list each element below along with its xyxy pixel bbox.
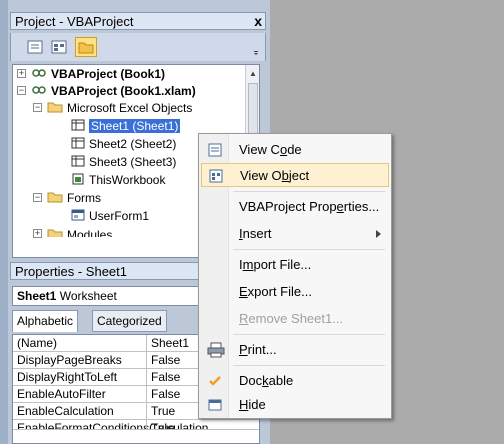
menu-label: Insert xyxy=(239,226,272,241)
expander-icon[interactable]: − xyxy=(17,86,26,95)
project-pane-title: Project - VBAProject x xyxy=(10,12,266,30)
tree-node-vbaproject-book1-xlam[interactable]: VBAProject (Book1.xlam) xyxy=(31,83,196,99)
menu-separator xyxy=(233,334,385,335)
tree-node-label: Forms xyxy=(67,191,101,205)
menu-item-hide[interactable]: Hide xyxy=(201,393,389,417)
menu-label: Hide xyxy=(239,397,266,412)
expander-icon[interactable]: − xyxy=(33,103,42,112)
tree-node-sheet2[interactable]: Sheet2 (Sheet2) xyxy=(71,136,176,152)
tab-categorized[interactable]: Categorized xyxy=(92,310,167,332)
property-name: DisplayRightToLeft xyxy=(17,370,118,384)
tab-alphabetic[interactable]: Alphabetic xyxy=(12,310,79,332)
view-code-tool-icon[interactable] xyxy=(25,38,45,56)
folder-icon xyxy=(47,101,63,117)
toggle-folders-icon[interactable] xyxy=(75,37,97,57)
scroll-up-icon[interactable]: ▲ xyxy=(249,69,257,78)
tree-node-vbaproject-book1[interactable]: VBAProject (Book1) xyxy=(31,66,165,82)
submenu-arrow-icon xyxy=(376,230,381,238)
tree-node-sheet1[interactable]: Sheet1 (Sheet1) xyxy=(71,118,181,135)
properties-pane-title-text: Properties - Sheet1 xyxy=(15,264,128,279)
tab-label: Categorized xyxy=(97,314,162,328)
menu-label: Remove Sheet1... xyxy=(239,311,344,326)
menu-item-print[interactable]: Print... xyxy=(201,338,389,362)
project-toolbar xyxy=(10,33,266,61)
object-name: Sheet1 xyxy=(17,289,57,303)
menu-separator xyxy=(233,365,385,366)
toolbar-overflow-icon[interactable] xyxy=(253,41,259,55)
property-value[interactable]: False xyxy=(146,386,180,403)
tree-node-label: ThisWorkbook xyxy=(89,173,166,187)
menu-item-dockable[interactable]: Dockable xyxy=(201,369,389,393)
property-value[interactable]: True xyxy=(146,403,175,420)
hide-icon xyxy=(207,397,223,416)
menu-item-remove-sheet1[interactable]: Remove Sheet1... xyxy=(201,307,389,331)
view-code-icon xyxy=(207,142,223,161)
menu-label: Export File... xyxy=(239,284,312,299)
menu-label: View Object xyxy=(240,168,310,183)
property-value[interactable]: False xyxy=(146,352,180,369)
menu-item-insert[interactable]: Insert xyxy=(201,222,389,246)
menu-separator xyxy=(233,249,385,250)
menu-item-view-object[interactable]: View Object xyxy=(201,163,389,187)
vba-project-icon xyxy=(31,66,47,84)
userform-icon xyxy=(71,209,85,225)
menu-separator xyxy=(233,191,385,192)
checkmark-icon xyxy=(207,373,223,392)
close-project-pane-button[interactable]: x xyxy=(254,13,262,29)
menu-label: Import File... xyxy=(239,257,312,272)
tree-node-label: Sheet3 (Sheet3) xyxy=(89,155,177,169)
tree-node-forms[interactable]: Forms xyxy=(47,190,101,206)
worksheet-icon xyxy=(71,137,85,153)
vba-project-icon xyxy=(31,83,47,101)
view-object-tool-icon[interactable] xyxy=(49,38,69,56)
tree-node-modules[interactable]: Modules xyxy=(47,227,112,237)
menu-item-view-code[interactable]: View Code xyxy=(201,138,389,162)
property-value[interactable]: False xyxy=(146,369,180,386)
project-pane-title-text: Project - VBAProject xyxy=(15,14,134,29)
property-name: (Name) xyxy=(17,336,58,350)
menu-item-export-file[interactable]: Export File... xyxy=(201,280,389,304)
tree-node-label: VBAProject (Book1) xyxy=(51,67,166,82)
tree-node-label: VBAProject (Book1.xlam) xyxy=(51,84,196,99)
tree-node-label: Sheet2 (Sheet2) xyxy=(89,137,177,151)
worksheet-icon xyxy=(71,155,85,171)
print-icon xyxy=(207,342,225,361)
folder-icon xyxy=(47,191,63,207)
folder-icon xyxy=(47,228,63,237)
menu-item-import-file[interactable]: Import File... xyxy=(201,253,389,277)
tree-node-excel-objects[interactable]: Microsoft Excel Objects xyxy=(47,100,192,116)
tree-node-userform1[interactable]: UserForm1 xyxy=(71,208,149,224)
expander-icon[interactable]: − xyxy=(33,193,42,202)
tree-node-label: Sheet1 (Sheet1) xyxy=(89,119,181,133)
object-type: Worksheet xyxy=(59,289,117,303)
workbook-icon xyxy=(71,173,85,189)
property-value[interactable]: Sheet1 xyxy=(146,335,189,352)
menu-label: VBAProject Properties... xyxy=(239,199,380,214)
tree-node-thisworkbook[interactable]: ThisWorkbook xyxy=(71,172,165,188)
property-name: EnableFormatConditionsCalculation xyxy=(17,421,209,430)
expander-icon[interactable]: + xyxy=(33,229,42,238)
left-edge-strip xyxy=(0,0,8,444)
menu-item-project-properties[interactable]: VBAProject Properties... xyxy=(201,195,389,219)
tree-node-label: Microsoft Excel Objects xyxy=(67,101,193,115)
tab-label: Alphabetic xyxy=(17,314,74,328)
worksheet-icon xyxy=(71,119,85,135)
property-name: EnableAutoFilter xyxy=(17,387,106,401)
expander-icon[interactable]: + xyxy=(17,69,26,78)
context-menu: View Code View Object VBAProject Propert… xyxy=(198,133,392,419)
property-value[interactable]: True xyxy=(146,420,175,429)
property-name: EnableCalculation xyxy=(17,404,114,418)
menu-label: View Code xyxy=(239,142,302,157)
tree-node-sheet3[interactable]: Sheet3 (Sheet3) xyxy=(71,154,176,170)
property-row[interactable]: EnableFormatConditionsCalculation True xyxy=(13,420,259,430)
tree-node-label: UserForm1 xyxy=(89,209,150,223)
menu-label: Print... xyxy=(239,342,277,357)
tree-node-label: Modules xyxy=(67,228,113,237)
menu-label: Dockable xyxy=(239,373,294,388)
view-object-icon xyxy=(208,168,224,187)
property-name: DisplayPageBreaks xyxy=(17,353,122,367)
